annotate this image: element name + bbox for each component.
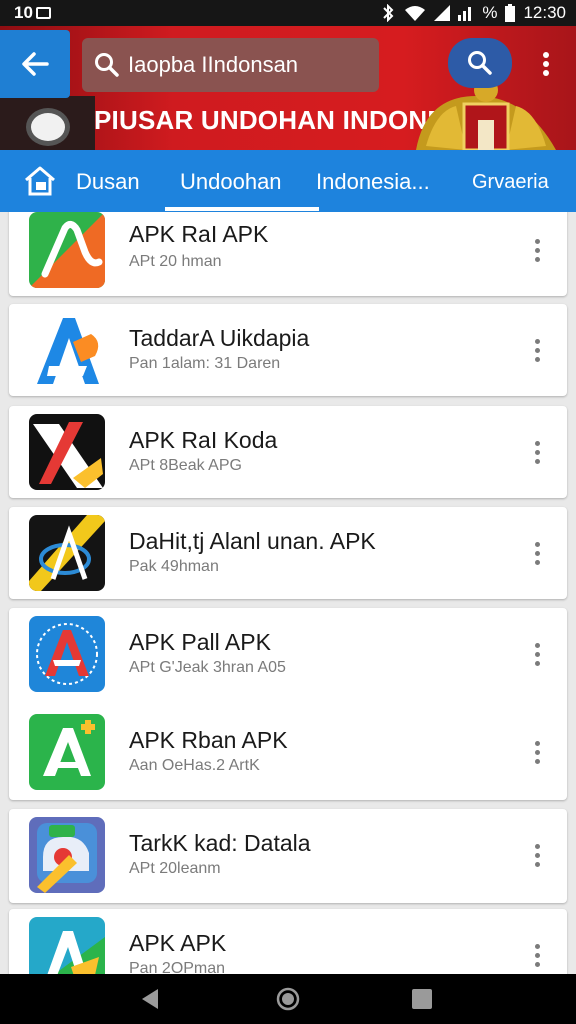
list-item[interactable]: DaHit,tj Alanl unan. APK Pak 49hman: [9, 507, 567, 599]
app-title: APK RaI APK: [129, 221, 269, 247]
app-title: DaHit,tj Alanl unan. APK: [129, 528, 376, 554]
battery-icon: [505, 4, 516, 22]
header-banner: Iaopba IIndonsan PIUSAR UNDOHAN INDONESÍ…: [0, 26, 576, 150]
list-item[interactable]: APK RaI Koda APt 8Beak APG: [9, 406, 567, 498]
app-subtitle: APt 20leanm: [129, 860, 221, 877]
app-title: APK APK: [129, 930, 227, 956]
item-more-button[interactable]: [521, 432, 553, 472]
item-more-button[interactable]: [521, 330, 553, 370]
app-subtitle: Aan OeHas.2 ArtK: [129, 757, 260, 774]
navigation-bar: [0, 974, 576, 1024]
tab-grvaeria[interactable]: Grvaeria: [472, 171, 549, 194]
status-bar: 10 % 12:30: [0, 0, 576, 26]
more-options-button[interactable]: [526, 44, 566, 84]
list-item[interactable]: APK APK Pan 2OPman: [9, 909, 567, 974]
battery-percent: %: [482, 3, 498, 22]
tab-indicator: [165, 207, 319, 211]
search-icon: [95, 53, 119, 77]
signal-icon: [434, 5, 451, 21]
back-button[interactable]: [0, 30, 70, 98]
item-more-button[interactable]: [521, 533, 553, 573]
app-icon-black-yellow: [29, 515, 105, 591]
app-subtitle: Pan 2OPman: [129, 960, 226, 974]
list-item-group: APK Pall APK APt G'Jeak 3hran A05 APK Rb…: [9, 608, 567, 800]
item-more-button[interactable]: [521, 634, 553, 674]
list-item[interactable]: APK RaI APK APt 20 hman: [9, 212, 567, 296]
app-icon-red-black: [29, 414, 105, 490]
search-text: Iaopba IIndonsan: [128, 52, 299, 77]
search-icon: [468, 51, 492, 75]
app-subtitle: Pan 1alam: 31 Daren: [129, 355, 281, 372]
notification-icon: [35, 7, 51, 19]
item-more-button[interactable]: [521, 935, 553, 974]
tab-bar: Dusan Undoohan Indonesia... Grvaeria: [0, 150, 576, 212]
app-title: APK Pall APK: [129, 629, 271, 655]
item-more-button[interactable]: [521, 230, 553, 270]
list-item[interactable]: APK Rban APK Aan OeHas.2 ArtK: [9, 708, 567, 800]
app-list: APK RaI APK APt 20 hman TaddarA Uikdapia…: [0, 212, 576, 974]
app-subtitle: APt G'Jeak 3hran A05: [129, 659, 286, 676]
tab-indonesia[interactable]: Indonesia...: [316, 169, 430, 195]
status-left-text: 10: [14, 3, 33, 22]
app-icon-green-orange: [29, 212, 105, 288]
status-left: 10: [14, 3, 51, 23]
tab-undoohan[interactable]: Undoohan: [180, 169, 282, 195]
list-item[interactable]: TarkK kad: Datala APt 20leanm: [9, 809, 567, 903]
app-title: TarkK kad: Datala: [129, 830, 311, 856]
app-title: TaddarA Uikdapia: [129, 325, 310, 351]
app-icon-blue-red-badge: [29, 616, 105, 692]
nav-recent-apps-icon[interactable]: [412, 989, 432, 1009]
clock: 12:30: [523, 3, 566, 22]
search-button[interactable]: [448, 38, 512, 88]
tab-dusan[interactable]: Dusan: [76, 169, 140, 195]
search-input[interactable]: Iaopba IIndonsan: [82, 38, 379, 92]
app-icon-cloud-brush: [29, 817, 105, 893]
nav-home-icon[interactable]: [276, 987, 300, 1011]
status-right: % 12:30: [380, 3, 566, 23]
wifi-icon: [405, 6, 426, 21]
item-more-button[interactable]: [521, 835, 553, 875]
app-icon-teal-yellow: [29, 917, 105, 974]
app-title: APK Rban APK: [129, 727, 288, 753]
list-item[interactable]: TaddarA Uikdapia Pan 1alam: 31 Daren: [9, 304, 567, 396]
nav-back-icon[interactable]: [140, 988, 160, 1010]
bluetooth-icon: [383, 4, 394, 22]
banner-art-left: [0, 96, 95, 150]
app-subtitle: APt 8Beak APG: [129, 457, 242, 474]
app-icon-green-a: [29, 714, 105, 790]
app-icon-blue-a: [29, 312, 105, 388]
signal-bars-icon: [458, 7, 472, 21]
app-subtitle: Pak 49hman: [129, 558, 219, 575]
app-subtitle: APt 20 hman: [129, 253, 222, 270]
item-more-button[interactable]: [521, 732, 553, 772]
home-tab-icon[interactable]: [22, 164, 58, 198]
arrow-left-icon: [22, 52, 49, 76]
more-vert-icon: [543, 52, 549, 76]
list-item[interactable]: APK Pall APK APt G'Jeak 3hran A05: [9, 608, 567, 704]
app-title: APK RaI Koda: [129, 427, 278, 453]
